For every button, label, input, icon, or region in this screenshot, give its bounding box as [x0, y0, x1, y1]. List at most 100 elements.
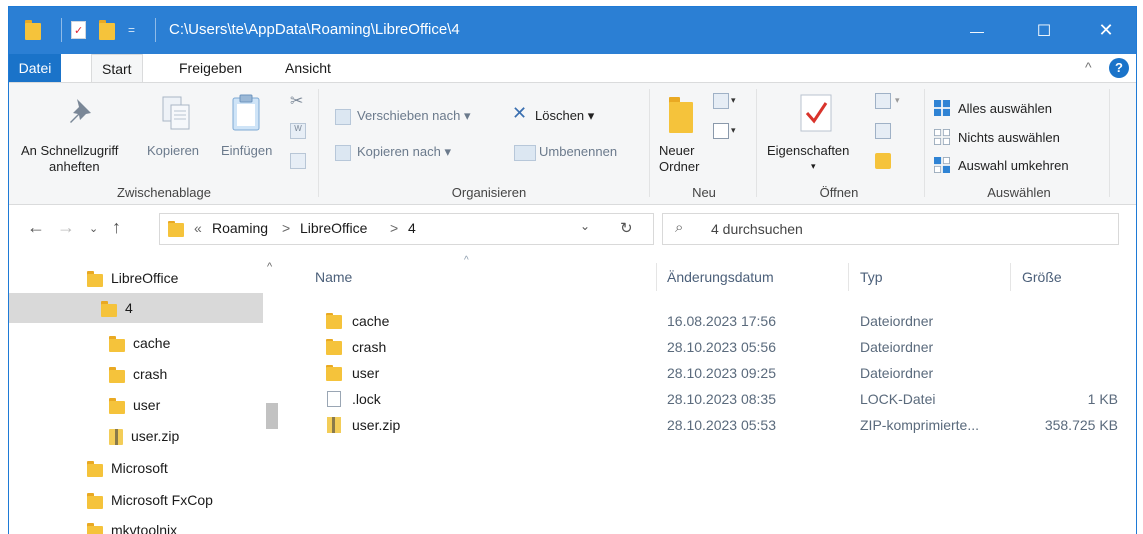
properties-label: Eigenschaften: [767, 143, 850, 158]
file-row[interactable]: user.zip 28.10.2023 05:53 ZIP-komprimier…: [292, 413, 1136, 439]
breadcrumb-separator[interactable]: >: [282, 220, 290, 236]
file-type: Dateiordner: [860, 313, 934, 329]
paste-shortcut-icon[interactable]: [290, 153, 306, 169]
up-button[interactable]: ↑: [112, 217, 121, 238]
new-folder-label-line1: Neuer: [659, 143, 695, 158]
nav-item[interactable]: LibreOffice: [87, 263, 178, 293]
file-size: 358.725 KB: [1044, 417, 1118, 433]
breadcrumb-4[interactable]: 4: [408, 220, 416, 236]
tab-share[interactable]: Freigeben: [169, 54, 252, 82]
file-date: 28.10.2023 09:25: [667, 365, 776, 381]
nav-item-selected[interactable]: 4: [9, 293, 263, 323]
ribbon: An Schnellzugriff anheften Kopieren Einf…: [9, 82, 1136, 205]
copy-to-icon: [335, 145, 351, 161]
paste-label: Einfügen: [221, 143, 273, 158]
new-folder-icon: [669, 97, 693, 133]
breadcrumb-libreoffice[interactable]: LibreOffice: [300, 220, 367, 236]
collapse-ribbon-icon[interactable]: ^: [1085, 59, 1092, 75]
scroll-up-icon[interactable]: ^: [267, 261, 272, 273]
nav-item[interactable]: user.zip: [109, 421, 179, 451]
properties-dropdown-icon: ▾: [811, 161, 816, 171]
nav-item[interactable]: user: [109, 390, 160, 420]
easy-access-dropdown-icon[interactable]: ▾: [731, 125, 736, 136]
nav-item[interactable]: mkvtoolnix: [87, 515, 177, 534]
app-folder-icon: [25, 18, 41, 42]
easy-access-icon[interactable]: [713, 123, 729, 139]
file-type: ZIP-komprimierte...: [860, 417, 980, 433]
cut-icon[interactable]: ✂: [290, 91, 306, 110]
address-bar[interactable]: « Roaming > LibreOffice > 4 ⌄ ↻: [159, 213, 654, 245]
column-header-date[interactable]: Änderungsdatum: [667, 269, 774, 285]
folder-icon: [87, 461, 103, 478]
close-button[interactable]: ✕: [1083, 7, 1129, 54]
minimize-button[interactable]: —: [954, 7, 1000, 54]
nav-scrollbar[interactable]: ^: [263, 253, 282, 534]
delete-x-icon: ✕: [512, 103, 528, 123]
invert-selection-icon: [934, 157, 950, 173]
column-header-type[interactable]: Typ: [860, 269, 883, 285]
title-bar[interactable]: ✓ = C:\Users\te\AppData\Roaming\LibreOff…: [9, 7, 1136, 54]
qat-customize-dropdown[interactable]: =: [128, 18, 135, 42]
file-type: Dateiordner: [860, 365, 934, 381]
file-row[interactable]: .lock 28.10.2023 08:35 LOCK-Datei 1 KB: [292, 387, 1136, 413]
breadcrumb-roaming[interactable]: Roaming: [212, 220, 268, 236]
file-name: .lock: [352, 391, 381, 407]
folder-icon: [87, 523, 103, 534]
tab-file[interactable]: Datei: [9, 54, 61, 82]
file-row[interactable]: user 28.10.2023 09:25 Dateiordner: [292, 361, 1136, 387]
file-date: 28.10.2023 05:53: [667, 417, 776, 433]
column-header-size[interactable]: Größe: [1022, 269, 1062, 285]
pin-icon: [70, 99, 91, 123]
recent-locations-dropdown[interactable]: ⌄: [89, 222, 98, 235]
search-box[interactable]: ⌕ 4 durchsuchen: [662, 213, 1119, 245]
copy-icon: [162, 96, 190, 130]
folder-icon: [101, 301, 117, 318]
copy-to-label: Kopieren nach ▾: [357, 144, 451, 159]
rename-label: Umbenennen: [539, 144, 618, 159]
file-row[interactable]: crash 28.10.2023 05:56 Dateiordner: [292, 335, 1136, 361]
file-date: 28.10.2023 08:35: [667, 391, 776, 407]
search-icon: ⌕: [675, 219, 684, 236]
file-row[interactable]: cache 16.08.2023 17:56 Dateiordner: [292, 309, 1136, 335]
refresh-icon[interactable]: ↻: [620, 219, 633, 237]
pin-label-line2: anheften: [49, 159, 100, 174]
zip-icon: [109, 429, 123, 446]
move-to-icon: [335, 109, 351, 125]
forward-button[interactable]: →: [57, 217, 75, 238]
nav-item[interactable]: Microsoft: [87, 453, 168, 483]
file-type: LOCK-Datei: [860, 391, 936, 407]
overflow-chevron[interactable]: «: [194, 220, 202, 236]
copy-path-icon[interactable]: W: [290, 123, 306, 139]
tab-start[interactable]: Start: [91, 54, 143, 83]
address-dropdown-icon[interactable]: ⌄: [580, 219, 590, 233]
folder-icon: [326, 313, 342, 329]
back-button[interactable]: ←: [27, 217, 45, 238]
new-item-dropdown-icon[interactable]: ▾: [731, 95, 736, 106]
select-all-icon: [934, 100, 950, 116]
help-icon[interactable]: ?: [1109, 58, 1129, 78]
nav-item[interactable]: cache: [109, 328, 170, 358]
new-item-icon[interactable]: [713, 93, 729, 109]
new-folder-qat-icon[interactable]: [99, 18, 115, 42]
folder-icon: [87, 493, 103, 510]
open-dropdown-icon[interactable]: ▾: [895, 95, 900, 106]
select-none-icon: [934, 129, 950, 145]
breadcrumb-separator[interactable]: >: [390, 220, 398, 236]
sort-indicator-icon: ^: [464, 255, 469, 266]
zip-icon: [327, 417, 341, 433]
file-name: cache: [352, 313, 390, 329]
move-to-label: Verschieben nach ▾: [357, 108, 471, 123]
search-input[interactable]: 4 durchsuchen: [711, 221, 803, 237]
nav-item[interactable]: Microsoft FxCop: [87, 485, 213, 515]
column-header-name[interactable]: Name: [315, 269, 352, 285]
history-icon[interactable]: [875, 153, 891, 169]
clipboard-group-label: Zwischenablage: [117, 185, 211, 200]
tab-view[interactable]: Ansicht: [275, 54, 341, 82]
maximize-button[interactable]: ☐: [1021, 7, 1067, 54]
edit-icon[interactable]: [875, 123, 891, 139]
folder-icon: [87, 271, 103, 288]
properties-qat-icon[interactable]: ✓: [71, 18, 86, 42]
open-icon[interactable]: [875, 93, 891, 109]
scrollbar-thumb[interactable]: [266, 403, 278, 429]
nav-item[interactable]: crash: [109, 359, 167, 389]
